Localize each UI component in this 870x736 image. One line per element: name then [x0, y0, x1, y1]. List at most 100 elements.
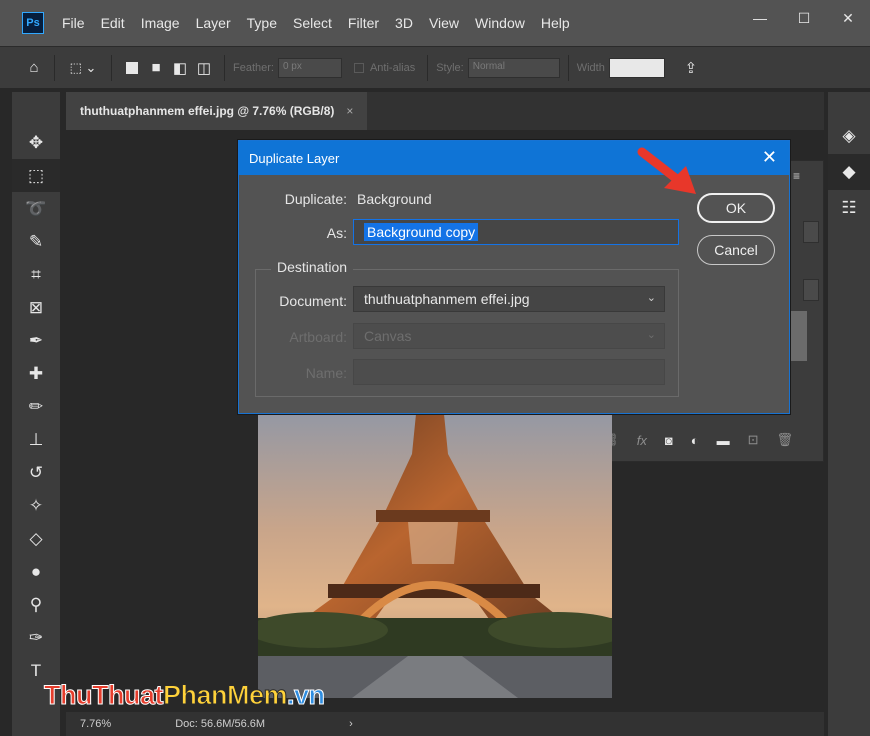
artboard-select[interactable]: Canvas ⌄ [353, 323, 665, 349]
divider [567, 54, 569, 81]
layer-thumbnail[interactable] [789, 311, 807, 361]
brush-tool-icon[interactable]: ✏ [12, 390, 60, 423]
add-mask-icon[interactable]: ◙ [665, 433, 673, 448]
document-tab[interactable]: thuthuatphanmem effei.jpg @ 7.76% (RGB/8… [66, 92, 368, 130]
dialog-title-bar: Duplicate Layer ✕ [239, 141, 789, 175]
style-select[interactable]: Normal [467, 57, 560, 78]
rectangular-marquee-icon[interactable]: ⬚ [12, 159, 60, 192]
menu-edit[interactable]: Edit [101, 15, 125, 31]
eiffel-tower-image [258, 394, 612, 698]
minimize-button[interactable]: — [738, 4, 782, 32]
menu-filter[interactable]: Filter [348, 15, 379, 31]
as-name-selected-text: Background copy [364, 223, 479, 241]
divider [224, 54, 225, 81]
lasso-tool-icon[interactable]: ➰ [12, 192, 60, 225]
document-select[interactable]: thuthuatphanmem effei.jpg ⌄ [353, 286, 665, 312]
antialias-checkbox[interactable] [353, 62, 364, 73]
tools-panel: ✥ ⬚ ➰ ✎ ⌗ ⊠ ✒ ✚ ✏ ⊥ ↺ ✧ ◇ ● ⚲ ✑ T [12, 92, 60, 736]
duplicate-value: Background [357, 191, 432, 207]
new-layer-icon[interactable]: ⊡ [748, 432, 759, 448]
feather-label: Feather: [233, 61, 274, 74]
duplicate-layer-dialog: Duplicate Layer ✕ Duplicate: Background … [238, 140, 790, 414]
adjustment-layer-icon[interactable]: ◐ [691, 433, 699, 448]
menu-layer[interactable]: Layer [196, 15, 231, 31]
share-icon[interactable]: ⇪ [679, 56, 703, 80]
duplicate-label: Duplicate: [284, 191, 347, 207]
divider [54, 54, 55, 81]
home-icon[interactable]: ⌂ [22, 56, 46, 80]
history-brush-icon[interactable]: ↺ [12, 456, 60, 489]
watermark-part1: ThuThuat [44, 680, 164, 711]
menu-view[interactable]: View [429, 15, 459, 31]
properties-panel-icon[interactable]: ☷ [828, 190, 870, 226]
antialias-label: Anti-alias [369, 61, 416, 74]
document-tab-title: thuthuatphanmem effei.jpg @ 7.76% (RGB/8… [80, 104, 335, 118]
frame-tool-icon[interactable]: ⊠ [12, 291, 60, 324]
style-label: Style: [436, 61, 464, 74]
paint-bucket-icon[interactable]: ◇ [12, 522, 60, 555]
dodge-tool-icon[interactable]: ⚲ [12, 588, 60, 621]
eiffel-tower-photo [258, 394, 612, 698]
status-expand-arrow-icon[interactable]: › [349, 718, 353, 730]
new-selection-icon[interactable] [120, 56, 144, 80]
feather-input[interactable]: 0 px [277, 57, 342, 78]
menu-type[interactable]: Type [247, 15, 277, 31]
subtract-selection-icon[interactable]: ◧ [168, 56, 192, 80]
new-group-icon[interactable]: ▬ [717, 433, 730, 448]
watermark-logo: ThuThuatPhanMem.vn [44, 680, 326, 711]
clone-stamp-icon[interactable]: ⊥ [12, 423, 60, 456]
maximize-button[interactable]: ☐ [782, 4, 826, 32]
healing-brush-icon[interactable]: ✚ [12, 357, 60, 390]
menu-image[interactable]: Image [141, 15, 180, 31]
fill-stepper[interactable] [803, 279, 819, 301]
opacity-stepper[interactable] [803, 221, 819, 243]
name-label: Name: [305, 365, 347, 381]
ok-button[interactable]: OK [697, 193, 775, 223]
delete-layer-icon[interactable]: 🗑 [776, 432, 793, 448]
name-input[interactable] [353, 359, 665, 385]
as-label: As: [326, 225, 347, 241]
artboard-label: Artboard: [289, 329, 347, 345]
status-bar: 7.76% Doc: 56.6M/56.6M › [66, 712, 824, 736]
fx-icon[interactable]: fx [637, 433, 647, 448]
zoom-level[interactable]: 7.76% [80, 718, 111, 730]
blur-tool-icon[interactable]: ● [12, 555, 60, 588]
close-window-button[interactable]: ✕ [826, 4, 870, 32]
width-label: Width [576, 61, 605, 74]
marquee-preset-icon[interactable]: ⬚ ⌄ [63, 56, 103, 80]
menu-3d[interactable]: 3D [395, 15, 413, 31]
3d-panel-icon[interactable]: ◈ [828, 118, 870, 154]
document-tab-bar: thuthuatphanmem effei.jpg @ 7.76% (RGB/8… [66, 92, 824, 130]
document-label: Document: [279, 293, 347, 309]
menu-help[interactable]: Help [541, 15, 570, 31]
dialog-title: Duplicate Layer [249, 150, 340, 166]
menu-select[interactable]: Select [293, 15, 332, 31]
tab-close-icon[interactable]: × [346, 104, 353, 118]
as-name-input[interactable]: Background copy [353, 219, 679, 245]
crop-tool-icon[interactable]: ⌗ [12, 258, 60, 291]
pointer-arrow-icon [637, 147, 696, 194]
add-selection-icon[interactable]: ■ [144, 56, 168, 80]
layers-panel-icon[interactable]: ◆ [828, 154, 870, 190]
chevron-down-icon: ⌄ [646, 329, 656, 341]
document-select-value: thuthuatphanmem effei.jpg [364, 291, 530, 307]
menu-file[interactable]: File [62, 15, 85, 31]
quick-selection-icon[interactable]: ✎ [12, 225, 60, 258]
pen-tool-icon[interactable]: ✑ [12, 621, 60, 654]
doc-size: Doc: 56.6M/56.6M [175, 718, 266, 730]
right-panel-strip: ◈ ◆ ☷ [828, 92, 870, 736]
eyedropper-icon[interactable]: ✒ [12, 324, 60, 357]
menu-bar: Ps File Edit Image Layer Type Select Fil… [0, 0, 870, 46]
dialog-close-icon[interactable]: ✕ [762, 147, 777, 168]
move-tool-icon[interactable]: ✥ [12, 126, 60, 159]
watermark-part2: PhanMem [162, 680, 288, 711]
photoshop-logo-icon: Ps [22, 12, 44, 34]
artboard-select-value: Canvas [364, 328, 412, 344]
panel-menu-icon[interactable]: ≡ [793, 169, 800, 183]
cancel-button[interactable]: Cancel [697, 235, 775, 265]
divider [427, 54, 429, 81]
eraser-tool-icon[interactable]: ✧ [12, 489, 60, 522]
menu-window[interactable]: Window [475, 15, 525, 31]
intersect-selection-icon[interactable]: ◫ [192, 56, 216, 80]
width-input[interactable] [608, 57, 665, 78]
